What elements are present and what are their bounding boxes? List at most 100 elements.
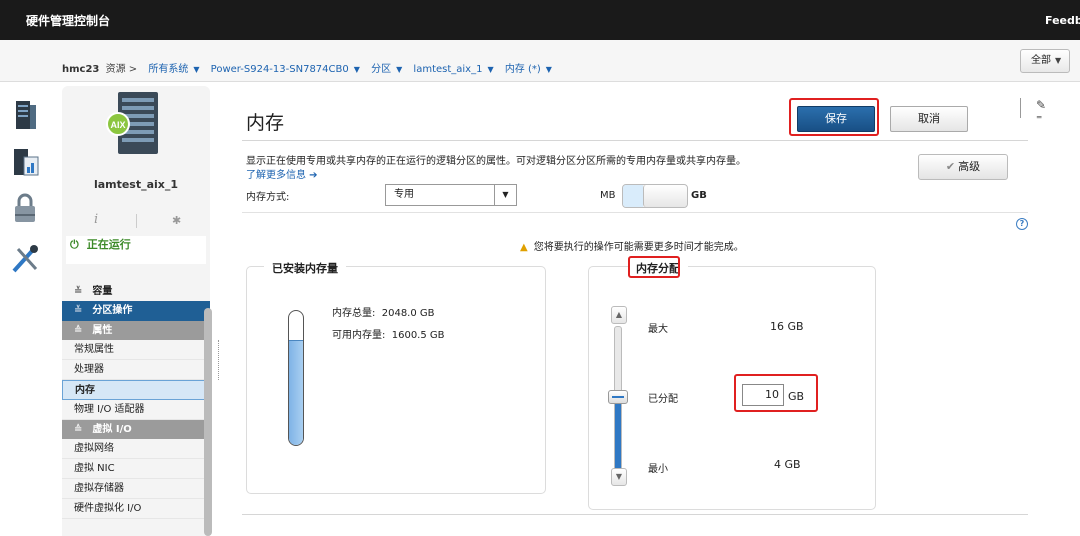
nav-group-virtual-io[interactable]: ≙ 虚拟 I/O [62,420,210,439]
max-label: 最大 [648,324,668,335]
warning-message: ▲ 您将要执行的操作可能需要更多时间才能完成。 [520,238,744,253]
cancel-button[interactable]: 取消 [890,106,968,132]
nav-list: ≚ 容量 ≚ 分区操作 ≙ 属性 常规属性 处理器 内存 物理 I/O 适配器 ≙ 虚拟… [62,282,210,519]
help-icon[interactable]: ? [1016,218,1028,230]
learn-more-link[interactable]: 了解更多信息 ➔ [246,166,318,181]
chevron-down-icon[interactable]: ▼ [354,65,360,74]
chevron-down-icon[interactable]: ▼ [487,65,493,74]
memory-slider-track[interactable] [614,326,622,482]
nav-item-virtual-nic[interactable]: 虚拟 NIC [62,459,210,479]
advanced-label: 高级 [958,160,981,173]
partition-nav-panel: AIX lamtest_aix_1 i ✱ ⏻ 正在运行 ≚ 容量 ≚ 分区操作 ≙ 属… [62,86,210,536]
toggle-track [623,185,643,207]
breadcrumb-memory[interactable]: 内存 (*) [505,64,541,75]
memory-total-label: 内存总量: [332,308,376,319]
tools-icon[interactable] [10,241,40,275]
partition-status: ⏻ 正在运行 [66,236,206,264]
unit-toggle[interactable] [622,184,688,208]
top-bar: 硬件管理控制台 Feedba [0,0,1080,40]
feedback-link[interactable]: Feedba [1045,14,1080,27]
memory-total: 内存总量: 2048.0 GB [332,304,435,319]
max-value: 16 GB [770,320,804,333]
memory-available-label: 可用内存量: [332,330,386,341]
memory-available: 可用内存量: 1600.5 GB [332,326,445,341]
min-label: 最小 [648,464,668,475]
assigned-highlight [734,374,818,412]
warning-text: 您将要执行的操作可能需要更多时间才能完成。 [533,242,744,253]
memory-mode-value: 专用 [394,189,414,200]
chevron-down-icon: ≚ [74,305,83,316]
slider-decrease-button[interactable]: ▼ [611,468,627,486]
chevron-down-icon[interactable]: ▼ [494,185,516,205]
nav-item-general[interactable]: 常规属性 [62,340,210,360]
chevron-down-icon[interactable]: ▼ [396,65,402,74]
panel-splitter[interactable] [218,340,220,380]
page-title: 内存 [246,112,285,134]
partition-actions: i ✱ [92,212,192,230]
installed-memory-legend: 已安装内存量 [264,260,346,276]
breadcrumb-system[interactable]: Power-S924-13-SN7874CB0 [211,64,349,75]
divider [1020,98,1021,118]
gear-icon[interactable]: ✱ [172,214,181,227]
performance-icon[interactable] [10,143,40,177]
memory-slider-thumb[interactable] [608,390,628,404]
power-icon: ⏻ [70,238,79,251]
nav-capacity-label: 容量 [92,286,113,297]
assigned-label: 已分配 [648,394,678,405]
unit-mb-label: MB [600,190,616,201]
slider-increase-button[interactable]: ▲ [611,306,627,324]
memory-total-value: 2048.0 GB [381,308,435,319]
min-value: 4 GB [774,458,801,471]
partition-name: lamtest_aix_1 [93,178,179,191]
info-icon[interactable]: i [94,212,98,227]
server-image: AIX [106,92,158,154]
memory-panel: 内存 保存 取消 ✎ ⁼ 显示正在使用专用或共享内存的正在运行的逻辑分区的属性。… [230,90,1046,536]
divider [242,514,1028,515]
warning-icon: ▲ [520,242,528,253]
chevron-down-icon: ▼ [1055,56,1062,65]
installed-memory-gauge [288,310,304,446]
scope-label: 全部 [1031,55,1051,66]
scope-dropdown[interactable]: 全部 ▼ [1020,49,1070,73]
memory-mode-label: 内存方式: [246,192,290,203]
nav-partition-actions[interactable]: ≚ 分区操作 [62,301,210,321]
breadcrumb-host[interactable]: hmc23 [62,64,99,75]
advanced-button[interactable]: ✔ 高级 [918,154,1008,180]
chevron-down-icon[interactable]: ▼ [193,65,199,74]
divider [242,212,1028,213]
chevron-up-icon: ≙ [74,424,83,435]
security-lock-icon[interactable] [10,191,40,225]
nav-item-virtual-storage[interactable]: 虚拟存储器 [62,479,210,499]
nav-scrollbar[interactable] [204,308,212,536]
unit-gb-label: GB [691,190,707,201]
nav-item-memory[interactable]: 内存 [62,380,210,400]
breadcrumb-resources[interactable]: 资源 > [106,64,138,75]
nav-item-processor[interactable]: 处理器 [62,360,210,380]
chevron-down-icon: ≚ [74,286,83,297]
nav-item-hw-virtual-io[interactable]: 硬件虚拟化 I/O [62,499,210,519]
server-icon[interactable] [10,97,40,131]
nav-group-properties[interactable]: ≙ 属性 [62,321,210,340]
breadcrumb-bar: hmc23 资源 > 所有系统 ▼ Power-S924-13-SN7874CB0… [0,40,1080,82]
toggle-knob[interactable] [643,185,687,207]
memory-mode-select[interactable]: 专用 ▼ [385,184,517,206]
nav-item-physical-io[interactable]: 物理 I/O 适配器 [62,400,210,420]
legend-highlight [628,256,680,278]
left-rail [0,83,56,536]
nav-group-label: 虚拟 I/O [92,424,132,435]
breadcrumb-partition[interactable]: lamtest_aix_1 [413,64,482,75]
status-text: 正在运行 [86,238,131,251]
pin-icon[interactable]: ✎ ⁼ [1036,98,1046,126]
app-title: 硬件管理控制台 [26,14,111,28]
nav-group-label: 属性 [92,325,113,336]
breadcrumb-all-systems[interactable]: 所有系统 [148,64,188,75]
save-button[interactable]: 保存 [797,106,875,132]
nav-capacity[interactable]: ≚ 容量 [62,282,210,301]
aix-badge: AIX [110,120,125,130]
divider [136,214,137,228]
chevron-up-icon: ≙ [74,325,83,336]
nav-item-virtual-network[interactable]: 虚拟网络 [62,439,210,459]
gauge-fill [289,340,303,445]
chevron-down-icon[interactable]: ▼ [546,65,552,74]
breadcrumb-partitions[interactable]: 分区 [371,64,391,75]
